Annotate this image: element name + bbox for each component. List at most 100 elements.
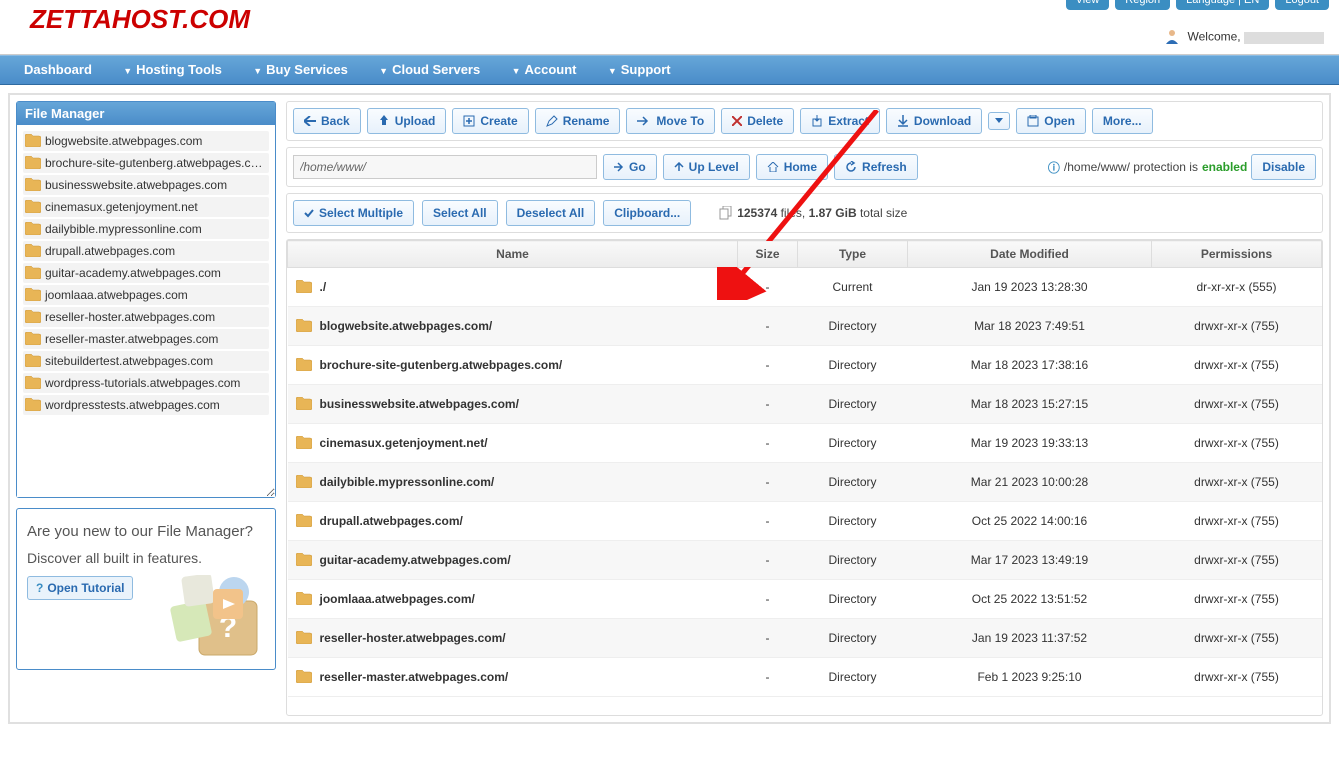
- more-button[interactable]: More...: [1092, 108, 1153, 134]
- file-size: -: [738, 463, 798, 502]
- sidebar-item[interactable]: wordpresstests.atwebpages.com: [23, 395, 269, 415]
- refresh-button[interactable]: Refresh: [834, 154, 918, 180]
- table-row[interactable]: guitar-academy.atwebpages.com/-Directory…: [288, 541, 1322, 580]
- table-row[interactable]: reseller-master.atwebpages.com/-Director…: [288, 658, 1322, 697]
- brand-logo[interactable]: ZETTAHOST.COM: [30, 4, 250, 35]
- folder-icon: [25, 178, 41, 191]
- protection-status: enabled: [1202, 160, 1247, 174]
- sidebar-item[interactable]: joomlaaa.atwebpages.com: [23, 285, 269, 305]
- sidebar-item-label: cinemasux.getenjoyment.net: [45, 200, 198, 214]
- upload-button[interactable]: Upload: [367, 108, 447, 134]
- file-permissions: drwxr-xr-x (755): [1152, 502, 1322, 541]
- sidebar-item[interactable]: cinemasux.getenjoyment.net: [23, 197, 269, 217]
- table-row[interactable]: drupall.atwebpages.com/-DirectoryOct 25 …: [288, 502, 1322, 541]
- sidebar-item[interactable]: blogwebsite.atwebpages.com: [23, 131, 269, 151]
- go-button[interactable]: Go: [603, 154, 657, 180]
- file-size: -: [738, 580, 798, 619]
- table-row[interactable]: dailybible.mypressonline.com/-DirectoryM…: [288, 463, 1322, 502]
- folder-icon: [296, 475, 312, 488]
- view-menu[interactable]: View: [1066, 0, 1110, 10]
- sidebar-item[interactable]: reseller-master.atwebpages.com: [23, 329, 269, 349]
- delete-button[interactable]: Delete: [721, 108, 794, 134]
- file-date: Feb 1 2023 9:25:10: [908, 658, 1152, 697]
- file-type: Directory: [798, 502, 908, 541]
- file-type: Current: [798, 268, 908, 307]
- file-name: drupall.atwebpages.com/: [320, 514, 463, 528]
- sidebar-item[interactable]: wordpress-tutorials.atwebpages.com: [23, 373, 269, 393]
- file-name: blogwebsite.atwebpages.com/: [320, 319, 493, 333]
- table-row[interactable]: joomlaaa.atwebpages.com/-DirectoryOct 25…: [288, 580, 1322, 619]
- deselect-all-button[interactable]: Deselect All: [506, 200, 596, 226]
- table-row[interactable]: ./-CurrentJan 19 2023 13:28:30dr-xr-xr-x…: [288, 268, 1322, 307]
- folder-icon: [296, 358, 312, 371]
- column-header-name[interactable]: Name: [288, 241, 738, 268]
- folder-icon: [296, 553, 312, 566]
- table-row[interactable]: blogwebsite.atwebpages.com/-DirectoryMar…: [288, 307, 1322, 346]
- welcome-label: Welcome,: [1188, 30, 1241, 44]
- nav-hosting-tools[interactable]: ▼Hosting Tools: [109, 56, 236, 85]
- open-tutorial-button[interactable]: ?Open Tutorial: [27, 576, 133, 600]
- file-size: -: [738, 619, 798, 658]
- column-header-permissions[interactable]: Permissions: [1152, 241, 1322, 268]
- create-button[interactable]: Create: [452, 108, 528, 134]
- column-header-type[interactable]: Type: [798, 241, 908, 268]
- sidebar-item[interactable]: businesswebsite.atwebpages.com: [23, 175, 269, 195]
- select-multiple-button[interactable]: Select Multiple: [293, 200, 414, 226]
- select-all-button[interactable]: Select All: [422, 200, 498, 226]
- file-date: Mar 21 2023 10:00:28: [908, 463, 1152, 502]
- path-toolbar: Go Up Level Home Refresh ⓘ /home/www/ pr…: [286, 147, 1323, 187]
- table-row[interactable]: cinemasux.getenjoyment.net/-DirectoryMar…: [288, 424, 1322, 463]
- nav-dashboard[interactable]: Dashboard: [10, 56, 106, 84]
- sidebar-item[interactable]: sitebuildertest.atwebpages.com: [23, 351, 269, 371]
- disable-protection-button[interactable]: Disable: [1251, 154, 1316, 180]
- file-date: Oct 25 2022 13:51:52: [908, 580, 1152, 619]
- nav-account[interactable]: ▼Account: [498, 56, 591, 85]
- file-name: brochure-site-gutenberg.atwebpages.com/: [320, 358, 563, 372]
- nav-cloud-servers[interactable]: ▼Cloud Servers: [365, 56, 494, 85]
- back-button[interactable]: Back: [293, 108, 361, 134]
- sidebar-item-label: businesswebsite.atwebpages.com: [45, 178, 227, 192]
- region-menu[interactable]: Region: [1115, 0, 1170, 10]
- folder-icon: [25, 134, 41, 147]
- top-utility-bar: View Region Language | EN Logout: [1066, 0, 1329, 10]
- extract-button[interactable]: Extract: [800, 108, 880, 134]
- file-type: Directory: [798, 658, 908, 697]
- clipboard-button[interactable]: Clipboard...: [603, 200, 691, 226]
- move-to-button[interactable]: Move To: [626, 108, 715, 134]
- logout-button[interactable]: Logout: [1275, 0, 1329, 10]
- folder-icon: [296, 280, 312, 293]
- rename-button[interactable]: Rename: [535, 108, 621, 134]
- folder-icon: [25, 222, 41, 235]
- nav-buy-services[interactable]: ▼Buy Services: [239, 56, 362, 85]
- download-dropdown[interactable]: [988, 112, 1010, 130]
- path-input[interactable]: [293, 155, 597, 179]
- file-permissions: drwxr-xr-x (755): [1152, 424, 1322, 463]
- sidebar-item[interactable]: brochure-site-gutenberg.atwebpages.com: [23, 153, 269, 173]
- sidebar-item[interactable]: reseller-hoster.atwebpages.com: [23, 307, 269, 327]
- folder-icon: [25, 332, 41, 345]
- file-type: Directory: [798, 346, 908, 385]
- home-button[interactable]: Home: [756, 154, 828, 180]
- table-row[interactable]: brochure-site-gutenberg.atwebpages.com/-…: [288, 346, 1322, 385]
- language-menu[interactable]: Language | EN: [1176, 0, 1269, 10]
- table-row[interactable]: reseller-hoster.atwebpages.com/-Director…: [288, 619, 1322, 658]
- file-size: -: [738, 658, 798, 697]
- file-size: -: [738, 424, 798, 463]
- sidebar-item[interactable]: dailybible.mypressonline.com: [23, 219, 269, 239]
- nav-support[interactable]: ▼Support: [594, 56, 685, 85]
- column-header-size[interactable]: Size: [738, 241, 798, 268]
- sidebar-item[interactable]: guitar-academy.atwebpages.com: [23, 263, 269, 283]
- sidebar-item[interactable]: drupall.atwebpages.com: [23, 241, 269, 261]
- file-date: Mar 18 2023 7:49:51: [908, 307, 1152, 346]
- folder-icon: [25, 266, 41, 279]
- sidebar-item-label: joomlaaa.atwebpages.com: [45, 288, 188, 302]
- avatar-icon: [1164, 28, 1180, 47]
- open-button[interactable]: Open: [1016, 108, 1086, 134]
- file-size: -: [738, 268, 798, 307]
- column-header-date[interactable]: Date Modified: [908, 241, 1152, 268]
- table-row[interactable]: businesswebsite.atwebpages.com/-Director…: [288, 385, 1322, 424]
- up-level-button[interactable]: Up Level: [663, 154, 750, 180]
- download-button[interactable]: Download: [886, 108, 982, 134]
- file-type: Directory: [798, 619, 908, 658]
- file-name: joomlaaa.atwebpages.com/: [320, 592, 475, 606]
